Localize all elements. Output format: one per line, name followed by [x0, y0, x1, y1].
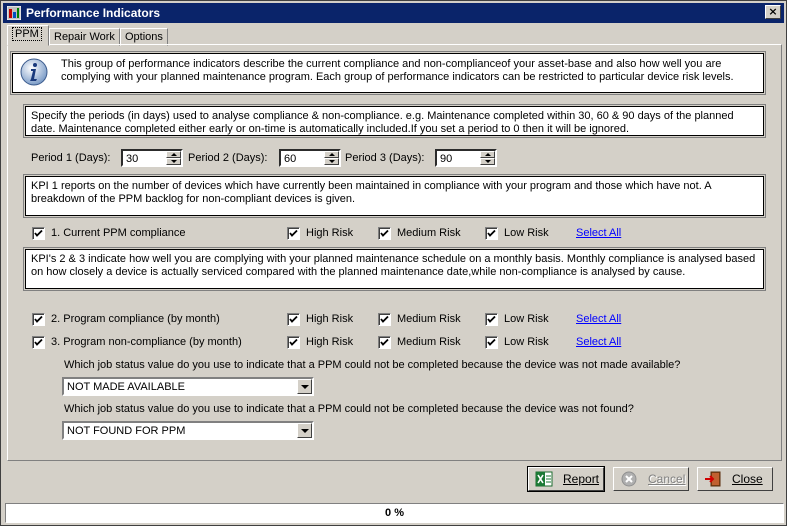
cancel-label: Cancel — [648, 472, 686, 486]
period-2-label: Period 2 (Days): — [188, 152, 268, 164]
not-found-question: Which job status value do you use to ind… — [64, 403, 634, 415]
not-available-question: Which job status value do you use to ind… — [64, 359, 681, 371]
kpi3-high-check-icon[interactable] — [287, 335, 300, 349]
kpi1-help-text: KPI 1 reports on the number of devices w… — [31, 180, 711, 205]
kpi2-low-check-icon[interactable] — [485, 312, 498, 326]
kpi1-help-box: KPI 1 reports on the number of devices w… — [23, 174, 766, 218]
kpi3-high-risk-checkbox[interactable]: High Risk — [287, 335, 353, 349]
kpi1-medium-label: Medium Risk — [397, 227, 461, 239]
tab-ppm[interactable]: PPM — [7, 25, 49, 46]
kpi3-medium-check-icon[interactable] — [378, 335, 391, 349]
not-found-status-value[interactable]: NOT FOUND FOR PPM — [67, 425, 185, 437]
kpi3-medium-risk-checkbox[interactable]: Medium Risk — [378, 335, 461, 349]
period-3-up-arrow-icon[interactable] — [480, 151, 495, 158]
kpi2-medium-check-icon[interactable] — [378, 312, 391, 326]
intro-text: This group of performance indicators des… — [61, 58, 734, 83]
kpi1-checkbox[interactable]: 1. Current PPM compliance — [32, 226, 186, 240]
kpi2-high-label: High Risk — [306, 313, 354, 325]
kpi2-checkbox[interactable]: 2. Program compliance (by month) — [32, 312, 220, 326]
kpi2-medium-label: Medium Risk — [397, 313, 461, 325]
close-button[interactable]: Close — [697, 467, 773, 491]
report-label: Report — [563, 472, 600, 486]
kpi2-select-all-link[interactable]: Select All — [576, 313, 621, 325]
kpi2-high-check-icon[interactable] — [287, 312, 300, 326]
kpi3-label: 3. Program non-compliance (by month) — [51, 336, 242, 348]
exit-door-icon — [704, 470, 722, 488]
period-2-up-arrow-icon[interactable] — [324, 151, 339, 158]
kpi3-checkbox[interactable]: 3. Program non-compliance (by month) — [32, 335, 242, 349]
app-icon — [7, 6, 21, 20]
chevron-down-icon[interactable] — [297, 379, 312, 394]
ppm-tab-panel: This group of performance indicators des… — [7, 44, 782, 461]
progress-text: 0 % — [385, 507, 404, 519]
close-label: Close — [732, 472, 763, 486]
kpi1-low-label: Low Risk — [504, 227, 549, 239]
intro-box: This group of performance indicators des… — [10, 51, 766, 95]
kpi1-label: 1. Current PPM compliance — [51, 227, 186, 239]
period-2-down-arrow-icon[interactable] — [324, 158, 339, 165]
period-1-label: Period 1 (Days): — [31, 152, 111, 164]
excel-icon — [535, 470, 553, 488]
not-available-status-combo[interactable]: NOT MADE AVAILABLE — [62, 377, 314, 396]
cancel-icon — [620, 470, 638, 488]
not-found-status-combo[interactable]: NOT FOUND FOR PPM — [62, 421, 314, 440]
performance-indicators-window: Performance Indicators × PPM Repair Work… — [0, 0, 787, 526]
not-available-status-value[interactable]: NOT MADE AVAILABLE — [67, 381, 185, 393]
period-2-spinner[interactable]: 60 — [279, 149, 341, 167]
kpi1-check-icon[interactable] — [32, 226, 45, 240]
kpi3-high-label: High Risk — [306, 336, 354, 348]
title-bar[interactable]: Performance Indicators × — [3, 3, 784, 23]
periods-help-text: Specify the periods (in days) used to an… — [31, 110, 734, 135]
period-3-spinner[interactable]: 90 — [435, 149, 497, 167]
kpi23-help-text: KPI's 2 & 3 indicate how well you are co… — [31, 253, 756, 278]
period-3-value[interactable]: 90 — [440, 153, 452, 165]
period-1-up-arrow-icon[interactable] — [166, 151, 181, 158]
info-icon — [19, 57, 49, 87]
kpi1-low-risk-checkbox[interactable]: Low Risk — [485, 226, 549, 240]
kpi3-medium-label: Medium Risk — [397, 336, 461, 348]
period-2-value[interactable]: 60 — [284, 153, 296, 165]
kpi1-high-risk-checkbox[interactable]: High Risk — [287, 226, 353, 240]
kpi1-high-label: High Risk — [306, 227, 354, 239]
periods-help-box: Specify the periods (in days) used to an… — [23, 104, 766, 138]
window-title: Performance Indicators — [26, 6, 161, 20]
kpi23-help-box: KPI's 2 & 3 indicate how well you are co… — [23, 247, 766, 291]
kpi3-low-label: Low Risk — [504, 336, 549, 348]
kpi2-label: 2. Program compliance (by month) — [51, 313, 220, 325]
period-1-spinner[interactable]: 30 — [121, 149, 183, 167]
kpi1-high-check-icon[interactable] — [287, 226, 300, 240]
kpi3-low-check-icon[interactable] — [485, 335, 498, 349]
kpi1-low-check-icon[interactable] — [485, 226, 498, 240]
kpi3-check-icon[interactable] — [32, 335, 45, 349]
period-3-label: Period 3 (Days): — [345, 152, 425, 164]
cancel-button[interactable]: Cancel — [613, 467, 689, 491]
period-3-down-arrow-icon[interactable] — [480, 158, 495, 165]
report-button[interactable]: Report — [527, 466, 605, 492]
period-1-down-arrow-icon[interactable] — [166, 158, 181, 165]
kpi3-low-risk-checkbox[interactable]: Low Risk — [485, 335, 549, 349]
close-icon: × — [768, 5, 778, 18]
kpi2-check-icon[interactable] — [32, 312, 45, 326]
progress-bar: 0 % — [5, 503, 784, 523]
kpi1-select-all-link[interactable]: Select All — [576, 227, 621, 239]
kpi1-medium-check-icon[interactable] — [378, 226, 391, 240]
kpi3-select-all-link[interactable]: Select All — [576, 336, 621, 348]
close-window-button[interactable]: × — [765, 5, 781, 19]
chevron-down-icon[interactable] — [297, 423, 312, 438]
period-1-value[interactable]: 30 — [126, 153, 138, 165]
kpi2-low-risk-checkbox[interactable]: Low Risk — [485, 312, 549, 326]
kpi2-low-label: Low Risk — [504, 313, 549, 325]
kpi1-medium-risk-checkbox[interactable]: Medium Risk — [378, 226, 461, 240]
kpi2-medium-risk-checkbox[interactable]: Medium Risk — [378, 312, 461, 326]
kpi2-high-risk-checkbox[interactable]: High Risk — [287, 312, 353, 326]
